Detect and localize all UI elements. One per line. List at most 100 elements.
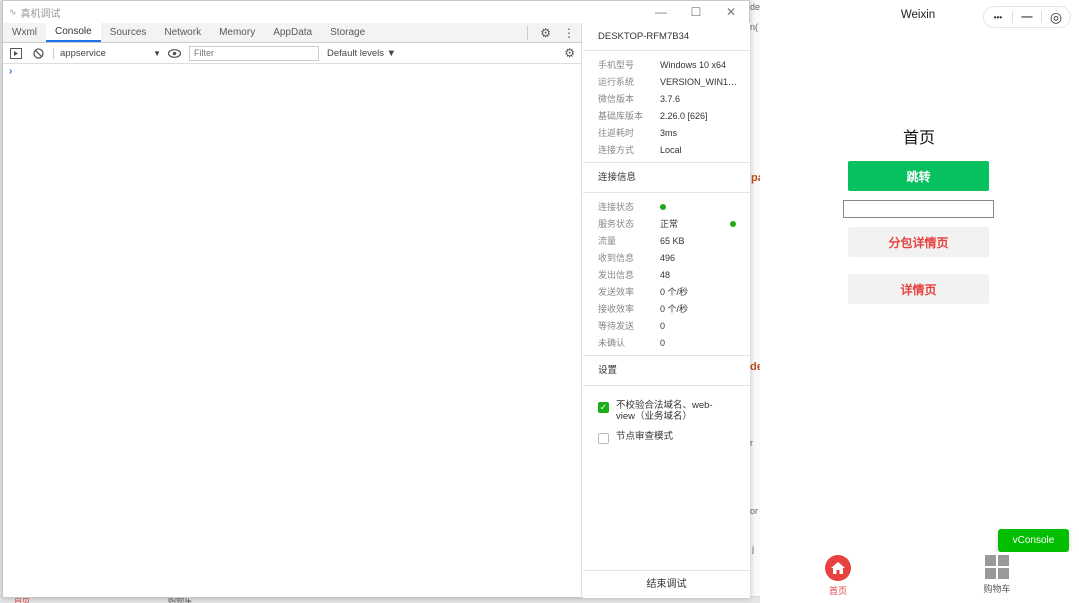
- checkbox-label: 节点审查模式: [616, 431, 674, 442]
- connection-section-title: 连接信息: [583, 163, 750, 193]
- background-text-fragment: j: [752, 544, 754, 554]
- tab-sources[interactable]: Sources: [101, 23, 156, 42]
- console-prompt-icon: ›: [9, 66, 13, 77]
- info-key: 等待发送: [598, 321, 635, 331]
- tab-storage[interactable]: Storage: [321, 23, 374, 42]
- divider: [527, 26, 529, 40]
- info-value: 0: [660, 320, 666, 331]
- devtools-tabbar: Wxml Console Sources Network Memory AppD…: [3, 23, 581, 43]
- info-key: 接收效率: [598, 304, 635, 314]
- end-debug-button[interactable]: 结束调试: [583, 570, 750, 598]
- info-key: 运行系统: [598, 77, 635, 87]
- tab-wxml[interactable]: Wxml: [3, 23, 46, 42]
- more-dots-icon[interactable]: •••: [984, 13, 1012, 22]
- more-vertical-icon[interactable]: ⋮: [563, 26, 575, 40]
- background-text-fragment: r: [750, 438, 753, 448]
- log-levels-dropdown[interactable]: Default levels ▼: [327, 48, 396, 59]
- background-text-fragment: n(: [750, 22, 759, 32]
- info-value: VERSION_WIN10...: [660, 76, 740, 87]
- info-value: 正常: [660, 219, 679, 229]
- settings-section-title: 设置: [583, 356, 750, 386]
- info-value: 48: [660, 269, 671, 280]
- devtools-main-pane: Wxml Console Sources Network Memory AppD…: [3, 23, 582, 598]
- minimize-icon[interactable]: —: [1013, 11, 1041, 23]
- background-text-fragment: de: [750, 2, 761, 12]
- subpackage-detail-button[interactable]: 分包详情页: [848, 227, 989, 257]
- close-button[interactable]: ✕: [714, 1, 748, 23]
- connection-info-list: 连接状态 服务状态 正常 流量 65 KB 收到信息 496 发出信息 48 发送效率 0…: [583, 193, 750, 356]
- minimize-button[interactable]: —: [644, 1, 678, 23]
- context-select[interactable]: appservice ▼: [53, 47, 161, 59]
- info-key: 发出信息: [598, 270, 635, 280]
- jump-button[interactable]: 跳转: [848, 161, 989, 191]
- tab-network[interactable]: Network: [155, 23, 210, 42]
- info-value: 0 个/秒: [660, 287, 689, 297]
- checkbox-label: 不校验合法域名、web-view（业务域名）: [616, 400, 713, 422]
- info-value: 3.7.6: [660, 93, 681, 104]
- window-titlebar: ∿ 真机调试 — ☐ ✕: [3, 1, 749, 23]
- node-inspect-option[interactable]: 节点审查模式: [583, 431, 750, 444]
- dropdown-arrow-icon: ▼: [153, 48, 161, 58]
- cart-grid-icon: [985, 555, 1009, 579]
- info-key: 往返耗时: [598, 128, 635, 138]
- clear-console-icon[interactable]: [31, 46, 45, 60]
- maximize-button[interactable]: ☐: [679, 1, 713, 23]
- settings-gear-icon[interactable]: ⚙: [540, 26, 551, 40]
- tab-label: 首页: [828, 586, 847, 596]
- info-value: 0: [660, 337, 666, 348]
- info-key: 收到信息: [598, 253, 635, 263]
- text-input[interactable]: [843, 200, 994, 218]
- info-value: 65 KB: [660, 235, 685, 246]
- console-toolbar: appservice ▼ Default levels ▼ ⚙: [3, 43, 581, 64]
- info-row: 往返耗时 3ms: [583, 124, 750, 141]
- filter-input[interactable]: [189, 45, 319, 61]
- info-row: 等待发送 0: [583, 317, 750, 334]
- menu-capsule: ••• — ◎: [983, 6, 1071, 28]
- vconsole-button[interactable]: vConsole: [998, 529, 1069, 552]
- tab-home[interactable]: 首页: [808, 555, 868, 597]
- info-key: 连接方式: [598, 145, 635, 155]
- info-value: 0 个/秒: [660, 304, 689, 314]
- info-row: 发送效率 0 个/秒: [583, 283, 750, 300]
- info-value: Windows 10 x64: [660, 59, 727, 70]
- info-key: 微信版本: [598, 94, 635, 104]
- info-key: 连接状态: [598, 202, 635, 212]
- checkbox-checked-icon[interactable]: ✓: [598, 402, 609, 413]
- debug-app-icon: ∿: [9, 6, 17, 17]
- tab-console[interactable]: Console: [46, 23, 101, 42]
- device-info-list: 手机型号 Windows 10 x64 运行系统 VERSION_WIN10... …: [583, 51, 750, 163]
- settings-list: ✓ 不校验合法域名、web-view（业务域名） 节点审查模式: [583, 386, 750, 444]
- info-row: 接收效率 0 个/秒: [583, 300, 750, 317]
- tabbar-actions: ⚙ ⋮: [527, 23, 575, 43]
- console-settings-gear-icon[interactable]: ⚙: [564, 46, 575, 60]
- tab-memory[interactable]: Memory: [210, 23, 264, 42]
- info-key: 手机型号: [598, 60, 635, 70]
- context-select-value: appservice: [60, 47, 106, 59]
- info-row: 发出信息 48: [583, 266, 750, 283]
- info-value: 3ms: [660, 127, 678, 138]
- info-key: 未确认: [598, 338, 626, 348]
- page-title: 首页: [902, 130, 935, 147]
- home-icon: [825, 555, 851, 581]
- tab-appdata[interactable]: AppData: [264, 23, 321, 42]
- skip-domain-check-option[interactable]: ✓ 不校验合法域名、web-view（业务域名）: [583, 400, 750, 422]
- close-target-icon[interactable]: ◎: [1042, 9, 1070, 26]
- service-status-dot: [730, 221, 736, 227]
- info-row: 连接方式 Local: [583, 141, 750, 158]
- info-value: [660, 202, 740, 212]
- info-row: 手机型号 Windows 10 x64: [583, 56, 750, 73]
- tab-cart[interactable]: 购物车: [967, 555, 1027, 595]
- device-name: DESKTOP-RFM7B34: [583, 23, 750, 51]
- console-output[interactable]: ›: [3, 64, 581, 584]
- info-key: 发送效率: [598, 287, 635, 297]
- checkbox-unchecked-icon[interactable]: [598, 433, 609, 444]
- tab-label: 购物车: [983, 584, 1011, 594]
- remote-debug-window: ∿ 真机调试 — ☐ ✕ Wxml Console Sources Networ…: [2, 0, 750, 598]
- info-row: 连接状态: [583, 198, 750, 215]
- eye-icon[interactable]: [167, 46, 181, 60]
- connection-status-dot: [660, 203, 666, 210]
- info-key: 服务状态: [598, 219, 635, 229]
- toggle-sidebar-icon[interactable]: [9, 46, 23, 60]
- detail-button[interactable]: 详情页: [848, 274, 989, 304]
- info-row: 收到信息 496: [583, 249, 750, 266]
